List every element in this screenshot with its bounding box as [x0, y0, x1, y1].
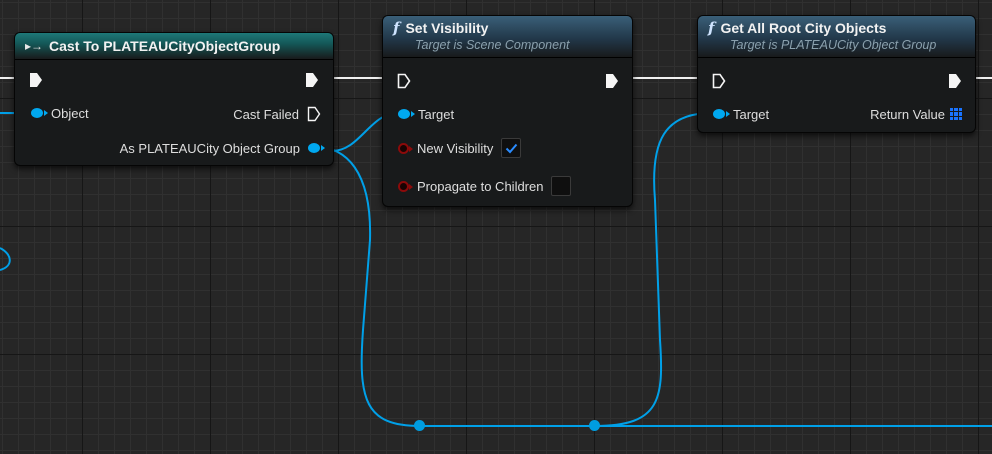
object-pin-icon	[398, 109, 415, 119]
cast-node-title: Cast To PLATEAUCityObjectGroup	[49, 38, 281, 54]
exec-out-icon	[306, 73, 318, 87]
set-visibility-exec-out-pin[interactable]	[605, 70, 619, 92]
exec-out-icon	[606, 74, 618, 88]
reroute-node-1[interactable]	[414, 420, 425, 431]
get-root-city-objects-title: Get All Root City Objects	[720, 20, 887, 36]
new-visibility-pin[interactable]: New Visibility	[398, 137, 522, 159]
exec-in-icon	[712, 73, 726, 89]
return-value-pin[interactable]: Return Value	[870, 103, 962, 125]
get-root-exec-out-pin[interactable]	[948, 70, 962, 92]
get-root-target-pin[interactable]: Target	[713, 103, 769, 125]
propagate-to-children-label: Propagate to Children	[417, 178, 544, 194]
new-visibility-checkbox[interactable]	[501, 138, 522, 158]
cast-arrow-icon: ▸→	[25, 39, 44, 53]
set-visibility-exec-in-pin[interactable]	[397, 70, 411, 92]
get-root-city-objects-node[interactable]: f Get All Root City Objects Target is PLA…	[697, 15, 976, 133]
cast-failed-label: Cast Failed	[233, 106, 299, 122]
cast-node-header[interactable]: ▸→ Cast To PLATEAUCityObjectGroup	[15, 33, 333, 60]
set-visibility-target-label: Target	[418, 106, 455, 122]
get-root-exec-in-pin[interactable]	[712, 70, 726, 92]
get-root-city-objects-subtitle: Target is PLATEAUCity Object Group	[730, 38, 937, 52]
get-root-city-objects-header[interactable]: f Get All Root City Objects Target is PLA…	[698, 16, 975, 58]
propagate-to-children-pin[interactable]: Propagate to Children	[398, 175, 572, 197]
cast-exec-in-pin[interactable]	[29, 69, 43, 91]
reroute-node-2[interactable]	[589, 420, 600, 431]
bool-pin-icon	[398, 180, 413, 192]
set-visibility-header[interactable]: f Set Visibility Target is Scene Componen…	[383, 16, 632, 58]
checkmark-icon	[505, 143, 518, 153]
new-visibility-label: New Visibility	[417, 140, 494, 156]
object-pin-icon	[31, 108, 48, 118]
object-pin-icon	[713, 109, 730, 119]
cast-failed-pin[interactable]: Cast Failed	[233, 103, 321, 125]
cast-as-pin[interactable]: As PLATEAUCity Object Group	[119, 137, 325, 159]
cast-node[interactable]: ▸→ Cast To PLATEAUCityObjectGroup Object…	[14, 32, 334, 166]
cast-exec-out-pin[interactable]	[305, 69, 319, 91]
bool-pin-icon	[398, 142, 413, 154]
function-icon: f	[708, 19, 715, 37]
function-icon: f	[393, 19, 400, 37]
exec-out-icon	[949, 74, 961, 88]
object-wire-loop[interactable]	[0, 247, 11, 271]
array-grid-icon	[950, 108, 962, 120]
propagate-to-children-checkbox[interactable]	[551, 176, 572, 196]
cast-as-label: As PLATEAUCity Object Group	[119, 140, 300, 156]
get-root-target-label: Target	[733, 106, 770, 122]
set-visibility-target-pin[interactable]: Target	[398, 103, 454, 125]
exec-in-icon	[30, 73, 42, 87]
set-visibility-subtitle: Target is Scene Component	[415, 38, 570, 52]
return-value-label: Return Value	[870, 106, 945, 122]
exec-in-icon	[397, 73, 411, 89]
set-visibility-title: Set Visibility	[405, 20, 489, 36]
object-pin-icon	[308, 143, 325, 153]
exec-out-hollow-icon	[307, 106, 321, 122]
set-visibility-node[interactable]: f Set Visibility Target is Scene Componen…	[382, 15, 633, 207]
cast-object-pin[interactable]: Object	[31, 102, 89, 124]
cast-object-label: Object	[51, 105, 89, 121]
